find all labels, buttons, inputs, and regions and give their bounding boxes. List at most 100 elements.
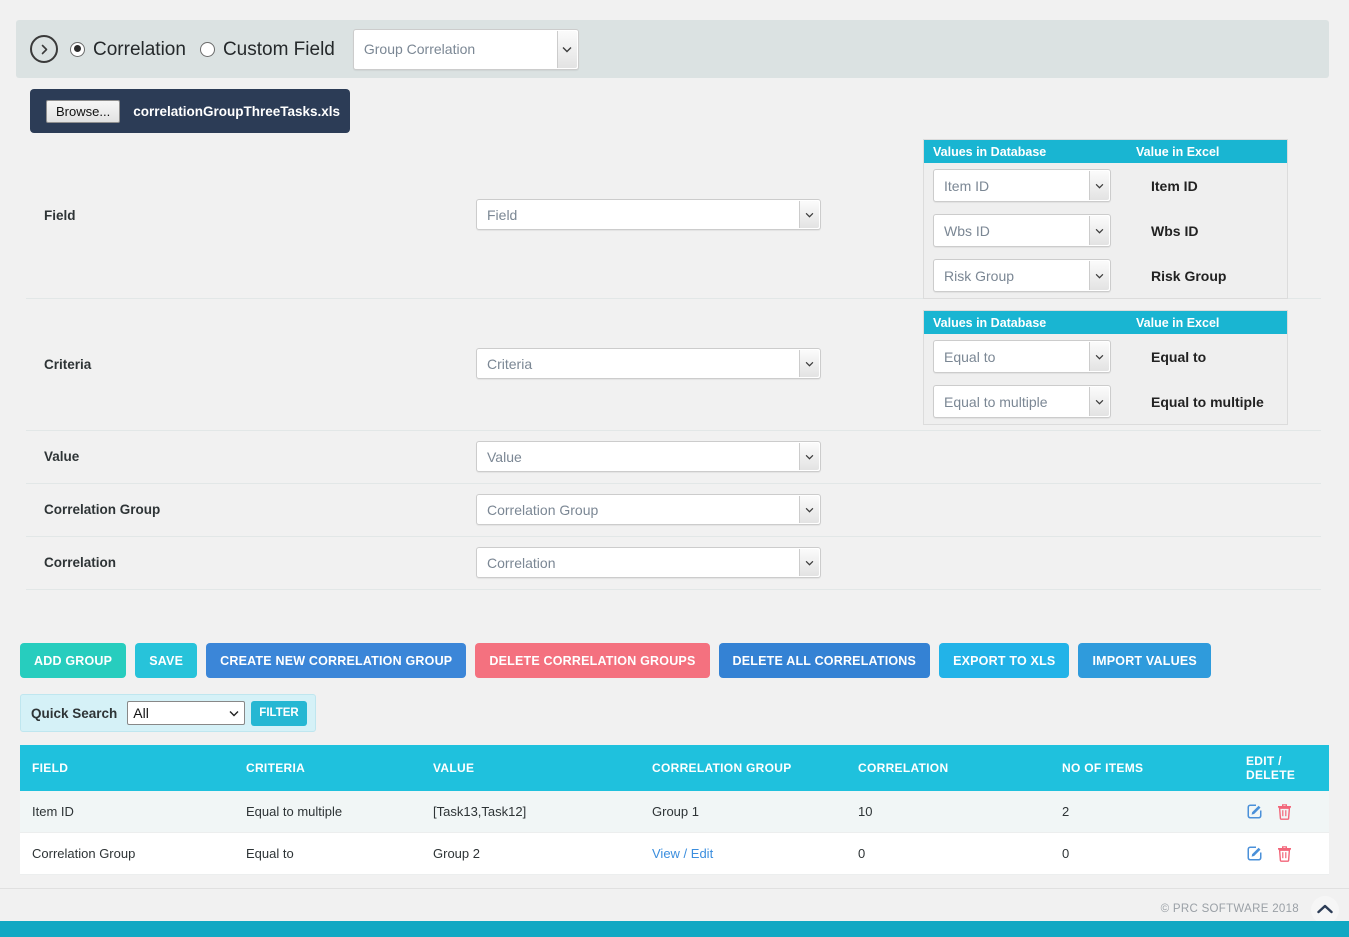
chevron-down-icon[interactable] bbox=[1089, 171, 1109, 200]
cell-value: Group 2 bbox=[421, 833, 640, 875]
mode-select[interactable]: Group Correlation bbox=[353, 29, 579, 70]
field-mapping-row: Wbs ID Wbs ID bbox=[924, 208, 1287, 253]
uploaded-file-name: correlationGroupThreeTasks.xls bbox=[133, 104, 340, 119]
cell-edit-delete bbox=[1234, 833, 1329, 875]
field-mapping-db-select-1[interactable]: Wbs ID bbox=[933, 214, 1111, 247]
field-mapping-table: Values in Database Value in Excel Item I… bbox=[923, 139, 1288, 299]
cell-correlation-group: View / Edit bbox=[640, 833, 846, 875]
file-upload-box: Browse... correlationGroupThreeTasks.xls bbox=[30, 89, 350, 133]
column-header-criteria[interactable]: CRITERIA bbox=[234, 745, 421, 791]
form-label-value: Value bbox=[44, 449, 79, 464]
chevron-up-icon bbox=[1317, 901, 1333, 919]
quick-search-bar: Quick Search All FILTER bbox=[20, 694, 316, 732]
form-label-criteria: Criteria bbox=[44, 357, 91, 372]
view-edit-link[interactable]: View / Edit bbox=[652, 846, 713, 861]
delete-all-correlations-button[interactable]: DELETE ALL CORRELATIONS bbox=[719, 643, 931, 678]
import-values-button[interactable]: IMPORT VALUES bbox=[1078, 643, 1210, 678]
form-row-correlation: Correlation Correlation bbox=[26, 537, 1321, 590]
criteria-mapping-table: Values in Database Value in Excel Equal … bbox=[923, 310, 1288, 425]
field-mapping-db-select-0[interactable]: Item ID bbox=[933, 169, 1111, 202]
field-mapping-db-value-1: Wbs ID bbox=[934, 223, 1089, 239]
criteria-mapping-excel-value-1: Equal to multiple bbox=[1151, 394, 1264, 410]
column-header-value[interactable]: VALUE bbox=[421, 745, 640, 791]
browse-button[interactable]: Browse... bbox=[46, 100, 120, 123]
field-mapping-excel-value-1: Wbs ID bbox=[1151, 223, 1198, 239]
field-select[interactable]: Field bbox=[476, 199, 821, 230]
filter-button[interactable]: FILTER bbox=[251, 701, 306, 726]
cell-correlation: 0 bbox=[846, 833, 1050, 875]
radio-correlation[interactable]: Correlation bbox=[70, 40, 186, 59]
cell-correlation-group: Group 1 bbox=[640, 791, 846, 833]
criteria-mapping-db-value-1: Equal to multiple bbox=[934, 394, 1089, 410]
chevron-down-icon[interactable] bbox=[799, 443, 819, 470]
correlation-select-value: Correlation bbox=[477, 555, 799, 571]
correlations-table: FIELD CRITERIA VALUE CORRELATION GROUP C… bbox=[20, 745, 1329, 875]
field-select-value: Field bbox=[477, 207, 799, 223]
criteria-mapping-db-select-1[interactable]: Equal to multiple bbox=[933, 385, 1111, 418]
chevron-down-icon[interactable] bbox=[1089, 387, 1109, 416]
radio-custom-field-dot[interactable] bbox=[200, 42, 215, 57]
value-select[interactable]: Value bbox=[476, 441, 821, 472]
cell-value: [Task13,Task12] bbox=[421, 791, 640, 833]
column-header-correlation[interactable]: CORRELATION bbox=[846, 745, 1050, 791]
chevron-down-icon[interactable] bbox=[1089, 342, 1109, 371]
table-row: Item ID Equal to multiple [Task13,Task12… bbox=[20, 791, 1329, 833]
criteria-select[interactable]: Criteria bbox=[476, 348, 821, 379]
radio-custom-field-label: Custom Field bbox=[223, 40, 335, 59]
value-select-value: Value bbox=[477, 449, 799, 465]
form-label-field: Field bbox=[44, 208, 76, 223]
table-row: Correlation Group Equal to Group 2 View … bbox=[20, 833, 1329, 875]
export-to-xls-button[interactable]: EXPORT TO XLS bbox=[939, 643, 1069, 678]
mode-select-value: Group Correlation bbox=[354, 41, 557, 57]
quick-search-select[interactable]: All bbox=[127, 701, 245, 725]
chevron-down-icon[interactable] bbox=[1089, 216, 1109, 245]
field-mapping-db-select-2[interactable]: Risk Group bbox=[933, 259, 1111, 292]
chevron-down-icon[interactable] bbox=[799, 496, 819, 523]
circle-chevron-right-icon[interactable] bbox=[30, 35, 58, 63]
column-header-field[interactable]: FIELD bbox=[20, 745, 234, 791]
radio-custom-field[interactable]: Custom Field bbox=[200, 40, 335, 59]
copyright-text: © PRC SOFTWARE 2018 bbox=[1161, 903, 1299, 915]
delete-icon[interactable] bbox=[1277, 845, 1292, 862]
cell-criteria: Equal to multiple bbox=[234, 791, 421, 833]
save-button[interactable]: SAVE bbox=[135, 643, 197, 678]
chevron-down-icon[interactable] bbox=[799, 350, 819, 377]
chevron-down-icon[interactable] bbox=[1089, 261, 1109, 290]
cell-no-of-items: 2 bbox=[1050, 791, 1234, 833]
delete-correlation-groups-button[interactable]: DELETE CORRELATION GROUPS bbox=[475, 643, 709, 678]
radio-correlation-dot[interactable] bbox=[70, 42, 85, 57]
correlation-select[interactable]: Correlation bbox=[476, 547, 821, 578]
form-row-value: Value Value bbox=[26, 431, 1321, 484]
cell-field: Item ID bbox=[20, 791, 234, 833]
chevron-down-icon[interactable] bbox=[799, 201, 819, 228]
criteria-mapping-row: Equal to multiple Equal to multiple bbox=[924, 379, 1287, 424]
cell-field: Correlation Group bbox=[20, 833, 234, 875]
column-header-no-of-items[interactable]: NO OF ITEMS bbox=[1050, 745, 1234, 791]
create-new-correlation-group-button[interactable]: CREATE NEW CORRELATION GROUP bbox=[206, 643, 466, 678]
quick-search-select-value: All bbox=[128, 705, 224, 721]
column-header-correlation-group[interactable]: CORRELATION GROUP bbox=[640, 745, 846, 791]
action-button-row: ADD GROUP SAVE CREATE NEW CORRELATION GR… bbox=[20, 643, 1211, 678]
scroll-to-top-button[interactable] bbox=[1311, 896, 1339, 924]
field-mapping-db-value-2: Risk Group bbox=[934, 268, 1089, 284]
field-mapping-row: Item ID Item ID bbox=[924, 163, 1287, 208]
form-label-correlation: Correlation bbox=[44, 555, 116, 570]
criteria-mapping-header: Values in Database Value in Excel bbox=[924, 311, 1287, 334]
cell-correlation: 10 bbox=[846, 791, 1050, 833]
chevron-down-icon[interactable] bbox=[799, 549, 819, 576]
correlation-group-select[interactable]: Correlation Group bbox=[476, 494, 821, 525]
criteria-mapping-db-select-0[interactable]: Equal to bbox=[933, 340, 1111, 373]
add-group-button[interactable]: ADD GROUP bbox=[20, 643, 126, 678]
delete-icon[interactable] bbox=[1277, 803, 1292, 820]
quick-search-label: Quick Search bbox=[31, 706, 117, 721]
form-row-correlation-group: Correlation Group Correlation Group bbox=[26, 484, 1321, 537]
criteria-mapping-row: Equal to Equal to bbox=[924, 334, 1287, 379]
edit-icon[interactable] bbox=[1246, 803, 1263, 820]
chevron-down-icon[interactable] bbox=[224, 703, 243, 723]
chevron-down-icon[interactable] bbox=[557, 31, 577, 68]
field-mapping-excel-value-2: Risk Group bbox=[1151, 268, 1226, 284]
edit-icon[interactable] bbox=[1246, 845, 1263, 862]
criteria-select-value: Criteria bbox=[477, 356, 799, 372]
mode-toolbar: Correlation Custom Field Group Correlati… bbox=[16, 20, 1329, 78]
cell-edit-delete bbox=[1234, 791, 1329, 833]
